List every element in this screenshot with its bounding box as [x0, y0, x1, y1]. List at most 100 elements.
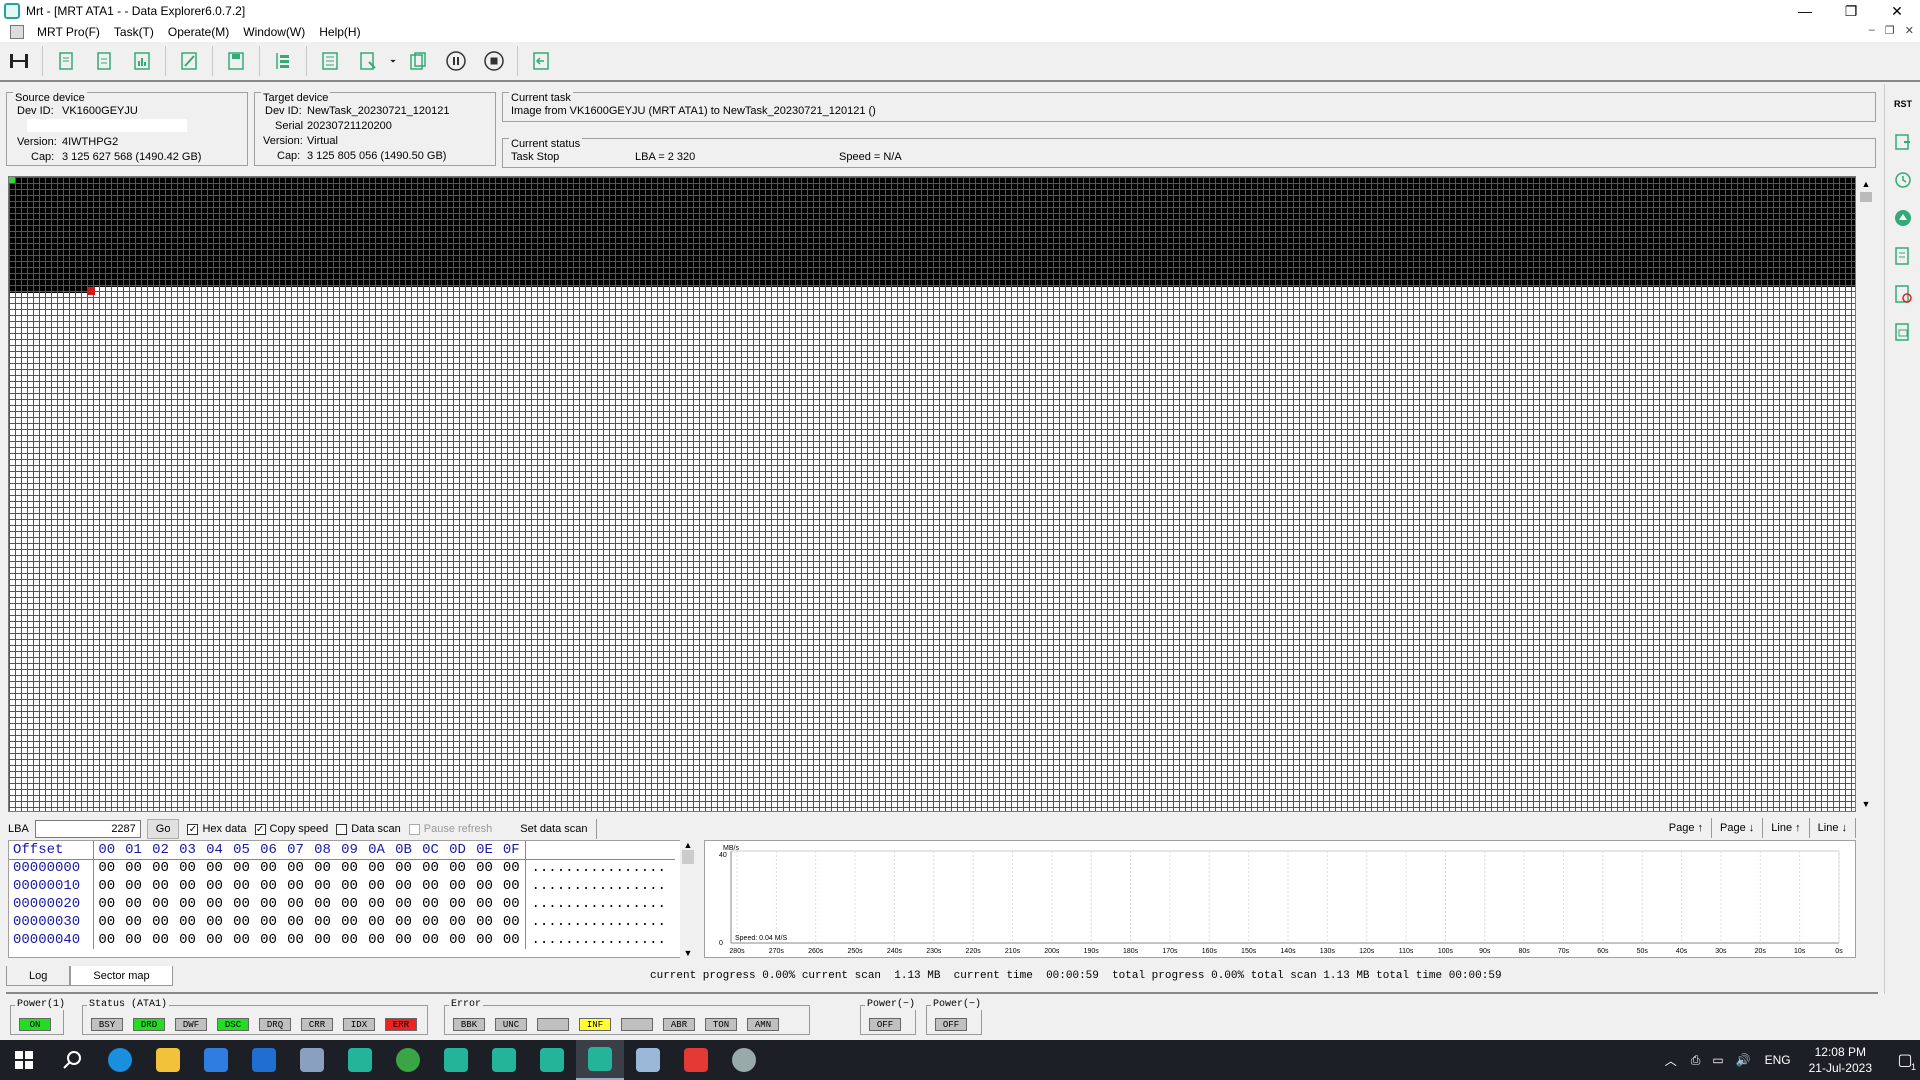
copy-speed-checkbox[interactable]: ✓ Copy speed — [254, 823, 328, 835]
hex-view[interactable]: Offset 00 01 02 03 04 05 06 07 08 09 0A 0B 0C 0D 0E 0F 00… — [8, 840, 696, 958]
menu-window[interactable]: Window(W) — [236, 22, 312, 42]
pause-button[interactable] — [441, 46, 471, 76]
scroll-up-icon[interactable]: ▲ — [1858, 176, 1874, 192]
hex-byte[interactable]: 00 — [444, 931, 471, 949]
new-task-button[interactable] — [51, 46, 81, 76]
taskbar-mrt-active[interactable] — [576, 1040, 624, 1080]
edit-button[interactable] — [174, 46, 204, 76]
hex-byte[interactable]: 00 — [498, 895, 525, 913]
scroll-thumb[interactable] — [682, 850, 694, 864]
taskbar-app-1[interactable] — [288, 1040, 336, 1080]
hex-data-checkbox[interactable]: ✓ Hex data — [187, 823, 247, 835]
hex-ascii[interactable]: ................ — [524, 913, 675, 931]
hex-byte[interactable]: 00 — [417, 859, 444, 877]
go-button[interactable]: Go — [146, 819, 180, 839]
hex-byte[interactable]: 00 — [120, 859, 147, 877]
scroll-up-icon[interactable]: ▲ — [680, 840, 696, 850]
taskbar-mrt-1[interactable] — [336, 1040, 384, 1080]
language-indicator[interactable]: ENG — [1765, 1053, 1791, 1067]
hex-byte[interactable]: 00 — [309, 877, 336, 895]
reset-button[interactable]: RST — [1889, 90, 1917, 118]
hex-byte[interactable]: 00 — [417, 895, 444, 913]
menu-help[interactable]: Help(H) — [312, 22, 367, 42]
hex-byte[interactable]: 00 — [444, 913, 471, 931]
hex-byte[interactable]: 00 — [363, 931, 390, 949]
statistics-button[interactable] — [127, 46, 157, 76]
hex-byte[interactable]: 00 — [255, 859, 282, 877]
export-button[interactable] — [353, 46, 383, 76]
maximize-button[interactable]: ❐ — [1828, 0, 1874, 22]
hex-byte[interactable]: 00 — [471, 913, 498, 931]
hex-byte[interactable]: 00 — [93, 895, 120, 913]
hex-byte[interactable]: 00 — [444, 895, 471, 913]
hex-byte[interactable]: 00 — [444, 877, 471, 895]
hex-byte[interactable]: 00 — [390, 913, 417, 931]
copy-button[interactable] — [403, 46, 433, 76]
hex-byte[interactable]: 00 — [147, 859, 174, 877]
clock[interactable]: 12:08 PM 21-Jul-2023 — [1809, 1044, 1872, 1076]
hex-ascii[interactable]: ................ — [524, 895, 675, 913]
hex-byte[interactable]: 00 — [147, 931, 174, 949]
hex-byte[interactable]: 00 — [363, 913, 390, 931]
taskbar-app-2[interactable] — [384, 1040, 432, 1080]
hex-byte[interactable]: 00 — [174, 931, 201, 949]
menu-task[interactable]: Task(T) — [107, 22, 161, 42]
task-list-button[interactable] — [315, 46, 345, 76]
hex-byte[interactable]: 00 — [282, 913, 309, 931]
hex-ascii[interactable]: ................ — [524, 877, 675, 895]
hex-byte[interactable]: 00 — [498, 877, 525, 895]
line-up-button[interactable]: Line ↑ — [1763, 818, 1810, 838]
hex-byte[interactable]: 00 — [498, 859, 525, 877]
hex-byte[interactable]: 00 — [390, 859, 417, 877]
hex-byte[interactable]: 00 — [201, 895, 228, 913]
hex-byte[interactable]: 00 — [228, 931, 255, 949]
hex-byte[interactable]: 00 — [120, 877, 147, 895]
tab-log[interactable]: Log — [6, 966, 71, 986]
hex-byte[interactable]: 00 — [282, 931, 309, 949]
hex-byte[interactable]: 00 — [336, 931, 363, 949]
clear-button[interactable] — [1889, 280, 1917, 308]
hex-byte[interactable]: 00 — [471, 877, 498, 895]
hex-byte[interactable]: 00 — [228, 895, 255, 913]
hex-byte[interactable]: 00 — [471, 859, 498, 877]
hex-byte[interactable]: 00 — [417, 877, 444, 895]
eject-button[interactable] — [1889, 204, 1917, 232]
usb-icon[interactable]: ⎙ — [1691, 1053, 1701, 1068]
hex-byte[interactable]: 00 — [282, 877, 309, 895]
hex-byte[interactable]: 00 — [336, 895, 363, 913]
taskbar-mail[interactable] — [240, 1040, 288, 1080]
hex-byte[interactable]: 00 — [228, 877, 255, 895]
hex-byte[interactable]: 00 — [93, 877, 120, 895]
data-scan-checkbox[interactable]: Data scan — [336, 823, 401, 835]
hex-byte[interactable]: 00 — [363, 895, 390, 913]
hex-byte[interactable]: 00 — [336, 877, 363, 895]
hex-byte[interactable]: 00 — [390, 931, 417, 949]
volume-icon[interactable]: 🔊 — [1736, 1053, 1751, 1067]
hex-byte[interactable]: 00 — [174, 913, 201, 931]
hex-byte[interactable]: 00 — [417, 931, 444, 949]
hex-byte[interactable]: 00 — [120, 931, 147, 949]
taskbar-mrt-4[interactable] — [528, 1040, 576, 1080]
stop-button[interactable] — [479, 46, 509, 76]
hex-byte[interactable]: 00 — [201, 859, 228, 877]
page-up-button[interactable]: Page ↑ — [1661, 818, 1713, 838]
hex-byte[interactable]: 00 — [471, 895, 498, 913]
hex-byte[interactable]: 00 — [228, 913, 255, 931]
hex-byte[interactable]: 00 — [309, 859, 336, 877]
hex-byte[interactable]: 00 — [201, 931, 228, 949]
network-icon[interactable]: ▭ — [1712, 1053, 1723, 1067]
hex-byte[interactable]: 00 — [147, 913, 174, 931]
hex-byte[interactable]: 00 — [93, 931, 120, 949]
hex-byte[interactable]: 00 — [336, 859, 363, 877]
tray-chevron-icon[interactable]: ︿ — [1665, 1052, 1677, 1069]
hex-byte[interactable]: 00 — [120, 913, 147, 931]
hex-byte[interactable]: 00 — [147, 895, 174, 913]
hex-byte[interactable]: 00 — [228, 859, 255, 877]
taskbar-edge[interactable] — [96, 1040, 144, 1080]
hex-byte[interactable]: 00 — [255, 877, 282, 895]
line-down-button[interactable]: Line ↓ — [1810, 818, 1856, 838]
set-data-scan-button[interactable]: Set data scan — [512, 819, 597, 839]
export-dropdown-button[interactable] — [387, 46, 399, 76]
hex-byte[interactable]: 00 — [363, 877, 390, 895]
scroll-down-icon[interactable]: ▼ — [680, 948, 696, 958]
